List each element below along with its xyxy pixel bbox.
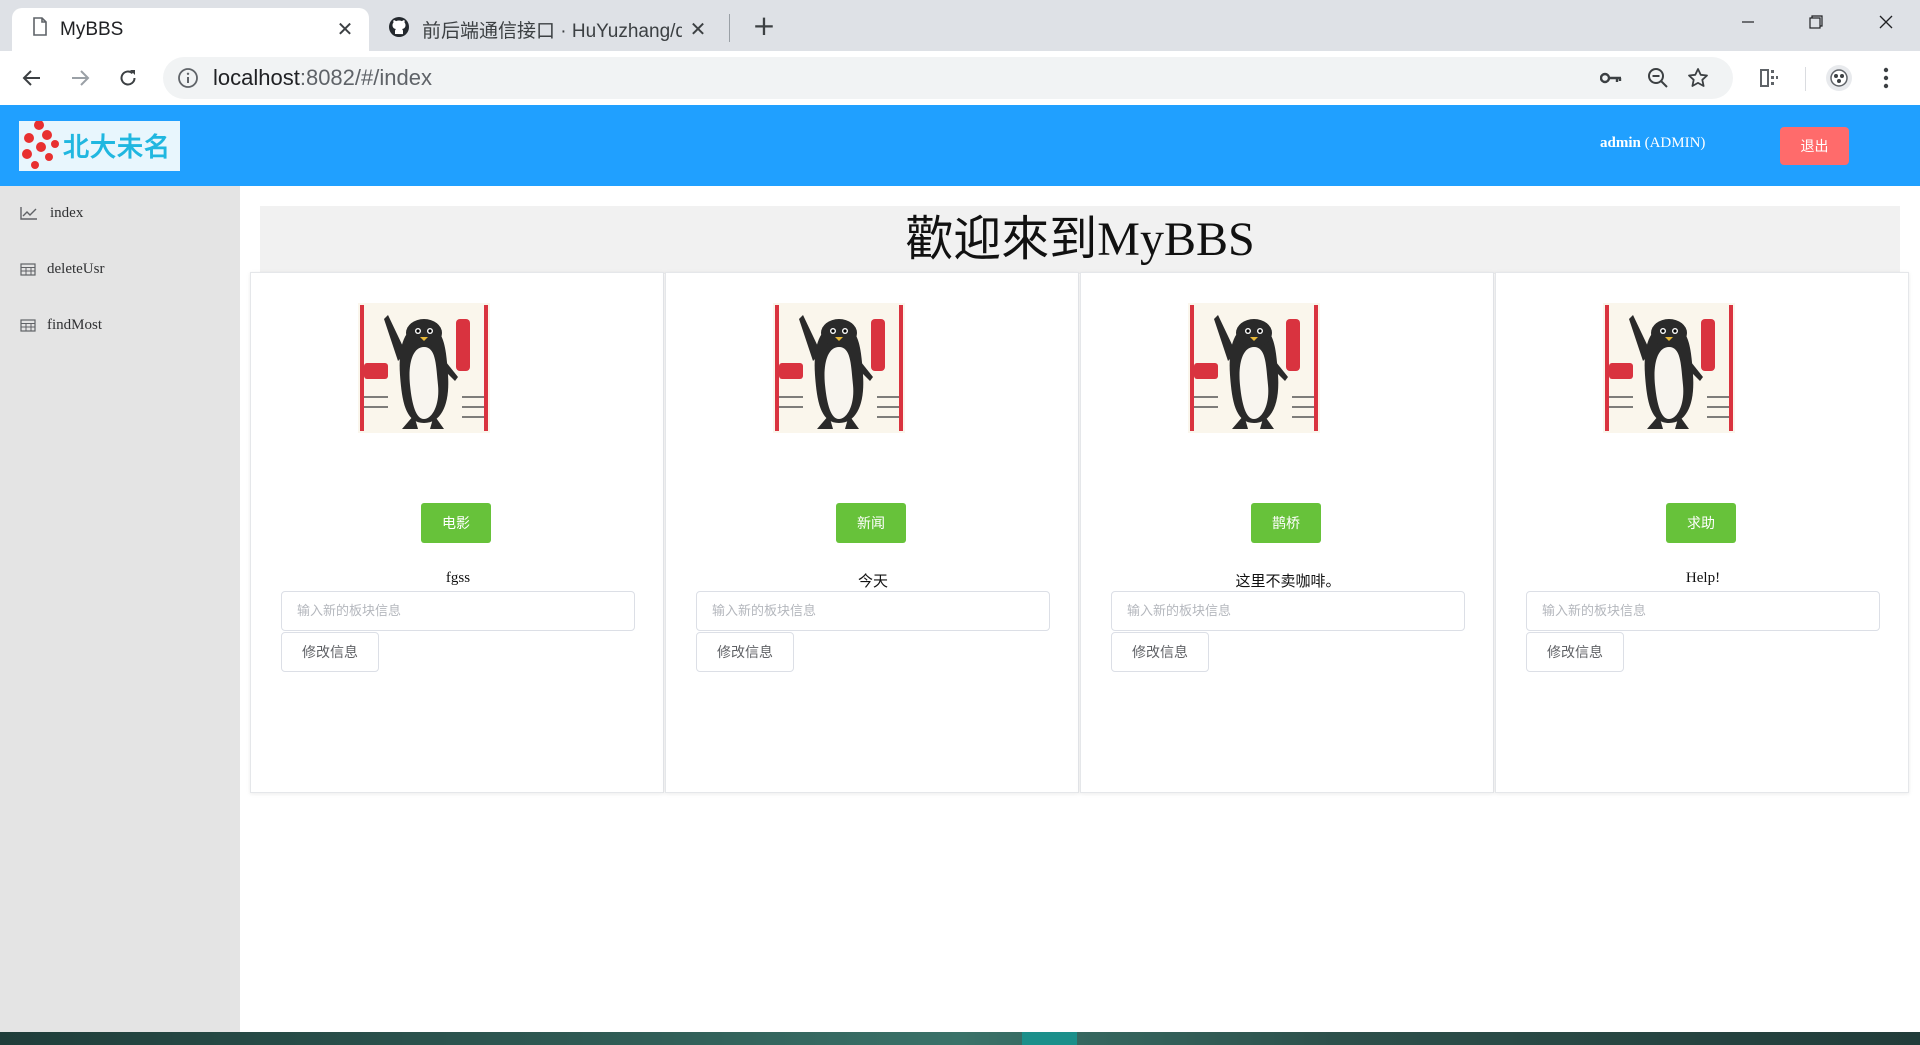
profile-avatar-icon[interactable] bbox=[1821, 60, 1857, 96]
board-penguin-image bbox=[358, 303, 490, 433]
window-close-icon[interactable] bbox=[1852, 0, 1920, 44]
board-description: 今天 bbox=[857, 574, 888, 590]
tab-title: 前后端通信接口 · HuYuzhang/d bbox=[422, 21, 682, 42]
extension-icon[interactable] bbox=[1751, 60, 1787, 96]
desktop-taskbar bbox=[0, 1032, 1920, 1045]
sidebar-item-label: deleteUsr bbox=[47, 260, 105, 277]
logout-button[interactable]: 退出 bbox=[1780, 127, 1849, 165]
menu-kebab-icon[interactable] bbox=[1868, 60, 1904, 96]
board-penguin-image bbox=[773, 303, 905, 433]
board-card: 电影 fgss 修改信息 bbox=[250, 272, 664, 793]
modify-info-button[interactable]: 修改信息 bbox=[1526, 632, 1624, 672]
welcome-title: 歡迎來到MyBBS bbox=[260, 206, 1900, 274]
board-card: 鹊桥 这里不卖咖啡。 修改信息 bbox=[1080, 272, 1494, 793]
app-header: 北大未名 admin (ADMIN) 退出 bbox=[0, 105, 1920, 186]
board-description: fgss bbox=[445, 570, 471, 586]
taskbar-active-indicator bbox=[1022, 1032, 1077, 1045]
board-button[interactable]: 求助 bbox=[1666, 503, 1736, 543]
back-arrow-icon[interactable] bbox=[14, 60, 50, 96]
user-name: admin bbox=[1600, 135, 1641, 151]
sidebar-item-label: index bbox=[50, 204, 84, 221]
bookmark-star-icon[interactable] bbox=[1686, 66, 1710, 90]
url-host: localhost bbox=[213, 65, 300, 90]
sidebar-item-findmost[interactable]: findMost bbox=[0, 305, 240, 345]
line-chart-icon bbox=[20, 206, 38, 220]
new-tab-button[interactable]: + bbox=[748, 10, 780, 42]
tab-divider bbox=[729, 14, 730, 42]
board-button[interactable]: 电影 bbox=[421, 503, 491, 543]
current-user-label: admin (ADMIN) bbox=[1600, 135, 1705, 152]
info-icon[interactable] bbox=[177, 67, 199, 89]
board-card: 求助 Help! 修改信息 bbox=[1495, 272, 1909, 793]
board-info-input[interactable] bbox=[281, 591, 635, 631]
table-icon bbox=[20, 318, 38, 332]
board-description: Help! bbox=[1685, 570, 1721, 586]
sidebar-item-index[interactable]: index bbox=[0, 193, 240, 233]
board-card: 新闻 今天 修改信息 bbox=[665, 272, 1079, 793]
reload-icon[interactable] bbox=[110, 60, 146, 96]
user-role: (ADMIN) bbox=[1644, 135, 1706, 151]
restore-icon[interactable] bbox=[1782, 0, 1850, 44]
key-icon[interactable] bbox=[1599, 66, 1623, 90]
url-path: :8082/#/index bbox=[299, 65, 432, 90]
board-button[interactable]: 新闻 bbox=[836, 503, 906, 543]
site-logo[interactable]: 北大未名 bbox=[19, 121, 180, 171]
sidebar-item-deleteusr[interactable]: deleteUsr bbox=[0, 249, 240, 289]
sidebar: index deleteUsr findMost bbox=[0, 186, 240, 1032]
zoom-out-icon[interactable] bbox=[1646, 66, 1670, 90]
board-info-input[interactable] bbox=[1526, 591, 1880, 631]
address-bar[interactable]: localhost:8082/#/index bbox=[163, 57, 1733, 99]
logo-dots-icon bbox=[22, 121, 59, 169]
forward-arrow-icon[interactable] bbox=[62, 60, 98, 96]
browser-tab-strip: MyBBS ✕ 前后端通信接口 · HuYuzhang/d ✕ + bbox=[0, 0, 1920, 51]
board-penguin-image bbox=[1603, 303, 1735, 433]
browser-toolbar: localhost:8082/#/index bbox=[0, 51, 1920, 105]
board-button[interactable]: 鹊桥 bbox=[1251, 503, 1321, 543]
github-icon bbox=[388, 16, 410, 44]
tab-mybbs[interactable]: MyBBS ✕ bbox=[12, 8, 369, 51]
logo-text: 北大未名 bbox=[63, 133, 172, 163]
tab-title: MyBBS bbox=[60, 18, 124, 40]
board-info-input[interactable] bbox=[696, 591, 1050, 631]
modify-info-button[interactable]: 修改信息 bbox=[1111, 632, 1209, 672]
board-info-input[interactable] bbox=[1111, 591, 1465, 631]
board-penguin-image bbox=[1188, 303, 1320, 433]
tab-github[interactable]: 前后端通信接口 · HuYuzhang/d ✕ bbox=[372, 8, 722, 51]
url-text[interactable]: localhost:8082/#/index bbox=[213, 57, 432, 99]
page-icon bbox=[32, 17, 48, 42]
sidebar-item-label: findMost bbox=[47, 316, 103, 333]
toolbar-divider bbox=[1805, 67, 1806, 91]
table-icon bbox=[20, 262, 38, 276]
close-tab-icon[interactable]: ✕ bbox=[329, 17, 361, 42]
modify-info-button[interactable]: 修改信息 bbox=[281, 632, 379, 672]
modify-info-button[interactable]: 修改信息 bbox=[696, 632, 794, 672]
minimize-icon[interactable] bbox=[1714, 0, 1782, 44]
board-description: 这里不卖咖啡。 bbox=[1235, 574, 1341, 590]
close-tab-icon[interactable]: ✕ bbox=[682, 17, 714, 42]
main-content: 歡迎來到MyBBS 电影 fgss 修改信息 bbox=[240, 186, 1920, 1032]
